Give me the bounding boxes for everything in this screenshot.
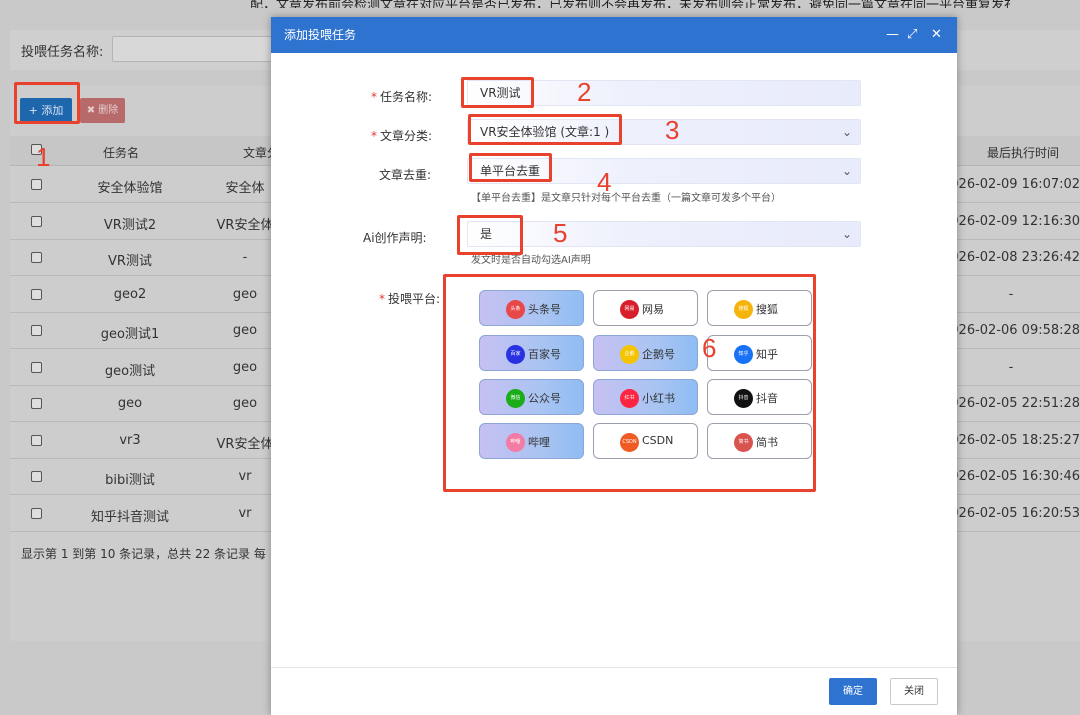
row-task-name: vr3 bbox=[119, 432, 141, 448]
dedupe-label: 文章去重: bbox=[379, 168, 432, 182]
row-last-run: 2026-02-05 16:20:53 bbox=[942, 505, 1080, 521]
row-category: 安全体 bbox=[225, 181, 265, 196]
row-category: vr bbox=[238, 469, 252, 484]
annotation-1: 1 bbox=[36, 142, 51, 172]
row-checkbox[interactable] bbox=[31, 215, 42, 227]
delete-button[interactable]: ✖ 删除 bbox=[80, 98, 125, 123]
search-input[interactable] bbox=[112, 36, 272, 62]
row-last-run: 2026-02-08 23:26:42 bbox=[942, 250, 1080, 265]
row-last-run: 2026-02-09 16:07:02 bbox=[942, 177, 1080, 192]
row-task-name: VR测试2 bbox=[103, 217, 157, 233]
highlight-box-3 bbox=[468, 114, 622, 145]
chevron-down-icon: ⌄ bbox=[841, 164, 852, 178]
annotation-5: 5 bbox=[553, 218, 568, 248]
highlight-box-6 bbox=[443, 274, 816, 492]
row-last-run: 2026-02-05 18:25:27 bbox=[942, 432, 1080, 448]
row-task-name: VR测试 bbox=[108, 254, 152, 269]
row-category: geo bbox=[232, 286, 258, 302]
row-task-name: geo测试1 bbox=[100, 327, 160, 342]
page-description: 配，文章发布前会检测文章在对应平台是否已发布，已发布则不会再发布，未发布则会正常… bbox=[250, 0, 1010, 8]
row-last-run: - bbox=[1008, 286, 1014, 302]
minimize-icon[interactable]: — bbox=[886, 17, 899, 53]
highlight-box-5 bbox=[457, 215, 523, 255]
pagination-info: 显示第 1 到第 10 条记录，总共 22 条记录 每 bbox=[21, 547, 266, 561]
row-checkbox[interactable] bbox=[31, 179, 42, 190]
dedupe-hint: 【单平台去重】是文章只针对每个平台去重（一篇文章可发多个平台） bbox=[471, 193, 781, 204]
highlight-box-1 bbox=[14, 82, 80, 124]
row-checkbox[interactable] bbox=[31, 434, 42, 446]
highlight-box-2 bbox=[461, 77, 534, 108]
row-task-name: bibi测试 bbox=[105, 473, 155, 488]
row-category: geo bbox=[232, 359, 258, 375]
row-checkbox[interactable] bbox=[31, 398, 42, 409]
dialog-header: 添加投喂任务 — ⤢ ✕ bbox=[271, 17, 957, 53]
row-checkbox[interactable] bbox=[31, 288, 42, 300]
row-category: VR安全体 bbox=[216, 217, 274, 233]
row-last-run: 2026-02-09 12:16:30 bbox=[942, 213, 1080, 229]
chevron-down-icon: ⌄ bbox=[841, 227, 852, 241]
confirm-button[interactable]: 确定 bbox=[829, 678, 877, 705]
chevron-down-icon: ⌄ bbox=[841, 125, 852, 139]
row-checkbox[interactable] bbox=[31, 507, 42, 519]
row-last-run: - bbox=[1008, 359, 1014, 375]
row-last-run: 2026-02-05 16:30:46 bbox=[942, 469, 1080, 484]
annotation-6: 6 bbox=[702, 333, 717, 363]
category-label: * 文章分类: bbox=[371, 129, 433, 143]
dialog-footer: 确定 关闭 bbox=[271, 667, 957, 715]
annotation-3: 3 bbox=[665, 115, 680, 145]
column-last-run: 最后执行时间 bbox=[987, 146, 1060, 160]
row-checkbox[interactable] bbox=[31, 325, 42, 336]
row-checkbox[interactable] bbox=[31, 361, 42, 373]
row-last-run: 2026-02-06 09:58:28 bbox=[942, 323, 1080, 338]
row-category: VR安全体 bbox=[216, 436, 274, 452]
row-category: - bbox=[242, 250, 248, 265]
row-checkbox[interactable] bbox=[31, 252, 42, 263]
ai-statement-label: Ai创作声明: bbox=[363, 231, 427, 245]
platform-label: * 投喂平台: bbox=[379, 292, 441, 306]
column-task-name: 任务名 bbox=[103, 146, 140, 160]
task-name-label: * 任务名称: bbox=[371, 90, 433, 104]
row-task-name: 知乎抖音测试 bbox=[90, 509, 169, 525]
row-task-name: geo bbox=[117, 396, 143, 411]
highlight-box-4 bbox=[469, 153, 552, 182]
close-button[interactable]: 关闭 bbox=[890, 678, 938, 705]
row-category: vr bbox=[238, 505, 252, 521]
add-task-dialog: 添加投喂任务 — ⤢ ✕ * 任务名称: VR测试 * 文章分类: VR安全体验馆 … bbox=[271, 17, 957, 715]
row-last-run: 2026-02-05 22:51:28 bbox=[942, 396, 1080, 411]
annotation-2: 2 bbox=[577, 77, 592, 107]
row-task-name: geo2 bbox=[113, 286, 147, 302]
row-task-name: geo测试 bbox=[104, 363, 156, 379]
row-checkbox[interactable] bbox=[31, 471, 42, 482]
search-label: 投喂任务名称: bbox=[21, 45, 104, 60]
ai-statement-select[interactable]: 是 ⌄ bbox=[467, 221, 861, 247]
dialog-title: 添加投喂任务 bbox=[284, 28, 357, 42]
row-category: geo bbox=[232, 323, 258, 338]
close-icon[interactable]: ✕ bbox=[931, 17, 942, 53]
annotation-4: 4 bbox=[597, 167, 612, 197]
maximize-icon[interactable]: ⤢ bbox=[907, 17, 917, 53]
row-category: geo bbox=[232, 396, 258, 411]
row-task-name: 安全体验馆 bbox=[97, 181, 163, 196]
